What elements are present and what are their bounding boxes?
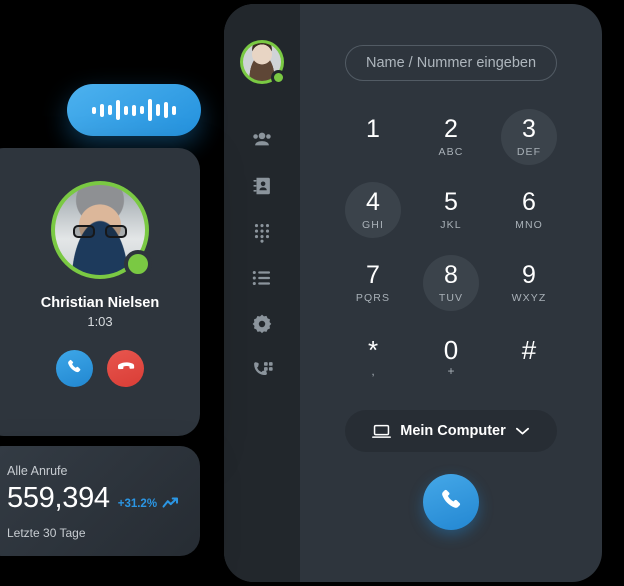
key-letters: MNO (515, 218, 543, 231)
glasses-icon (73, 225, 127, 238)
stats-value: 559,394 (7, 482, 110, 514)
key-letters: + (447, 363, 455, 378)
device-select-label: Mein Computer (400, 423, 506, 439)
key-letters: TUV (438, 291, 464, 304)
dialpad-key-8[interactable]: 8 TUV (412, 251, 490, 315)
audio-waveform-pill[interactable] (67, 84, 201, 136)
sidebar (224, 4, 300, 582)
key-letters: GHI (362, 218, 384, 231)
call-actions (56, 350, 144, 387)
audio-waveform-icon (92, 99, 176, 121)
key-digit: 8 (444, 260, 458, 289)
caller-status-dot (124, 250, 152, 278)
key-letters: DEF (516, 145, 542, 158)
laptop-icon (372, 424, 392, 439)
dialpad-key-6[interactable]: 6 MNO (490, 178, 568, 242)
sidebar-item-addressbook[interactable] (240, 164, 284, 208)
stats-title: Alle Anrufe (7, 464, 68, 478)
addressbook-icon (251, 175, 273, 197)
decline-call-button[interactable] (107, 350, 144, 387)
stats-delta: +31.2% (118, 497, 180, 511)
sidebar-item-call-transfer[interactable] (240, 348, 284, 392)
gear-icon (251, 313, 273, 335)
key-digit: 6 (522, 187, 536, 216)
stats-card: Alle Anrufe 559,394 +31.2% Letzte 30 Tag… (0, 446, 200, 556)
key-digit: # (521, 334, 537, 365)
stats-value-row: 559,394 +31.2% (7, 482, 200, 515)
screen: 1 2 ABC 3 DEF 4 GHI 5 (0, 0, 624, 586)
key-digit: 4 (366, 187, 380, 216)
call-transfer-icon (251, 359, 273, 381)
dialpad-key-1[interactable]: 1 (334, 105, 412, 169)
key-letters: JKL (440, 218, 462, 231)
contacts-icon (251, 129, 273, 151)
dialpad-key-2[interactable]: 2 ABC (412, 105, 490, 169)
phone-hangup-icon (116, 357, 135, 381)
key-letters: , (371, 363, 375, 378)
sidebar-item-contacts[interactable] (240, 118, 284, 162)
phone-icon (439, 487, 464, 517)
device-select[interactable]: Mein Computer (345, 410, 557, 452)
key-digit: 9 (522, 260, 536, 289)
dialpad-key-7[interactable]: 7 PQRS (334, 251, 412, 315)
caller-avatar (51, 181, 152, 279)
call-button[interactable] (423, 474, 479, 530)
stats-subtitle: Letzte 30 Tage (7, 526, 86, 540)
dialpad-key-0[interactable]: 0 + (412, 324, 490, 388)
key-digit: * (367, 334, 379, 365)
sidebar-item-calllist[interactable] (240, 256, 284, 300)
sidebar-item-dialpad[interactable] (240, 210, 284, 254)
key-letters: PQRS (355, 291, 391, 304)
caller-name: Christian Nielsen (40, 295, 160, 311)
dialpad-key-star[interactable]: * , (334, 324, 412, 388)
stats-delta-text: +31.2% (117, 498, 158, 510)
incoming-call-card: Christian Nielsen 1:03 (0, 148, 200, 436)
calllist-icon (251, 267, 273, 289)
key-digit: 2 (444, 114, 458, 143)
number-input[interactable] (345, 45, 557, 81)
dialpad-key-9[interactable]: 9 WXYZ (490, 251, 568, 315)
dialpad-keys: 1 2 ABC 3 DEF 4 GHI 5 JKL 6 MNO 7 PQRS 8… (334, 105, 568, 388)
dialer-app-panel: 1 2 ABC 3 DEF 4 GHI 5 (224, 4, 602, 582)
dialpad-key-5[interactable]: 5 JKL (412, 178, 490, 242)
answer-call-button[interactable] (56, 350, 93, 387)
dialpad-icon (251, 221, 273, 243)
dialpad-key-hash[interactable]: # (490, 324, 568, 388)
sidebar-item-settings[interactable] (240, 302, 284, 346)
phone-icon (66, 358, 83, 380)
key-letters: ABC (438, 145, 464, 158)
trend-up-icon (162, 497, 179, 511)
chevron-down-icon (515, 426, 530, 436)
dialpad-key-4[interactable]: 4 GHI (334, 178, 412, 242)
key-digit: 0 (443, 334, 459, 365)
key-letters: WXYZ (511, 291, 547, 304)
key-digit: 1 (366, 114, 380, 143)
key-digit: 5 (444, 187, 458, 216)
key-digit: 7 (366, 260, 380, 289)
sidebar-user-avatar[interactable] (240, 40, 286, 85)
call-duration: 1:03 (87, 314, 113, 329)
dial-area: 1 2 ABC 3 DEF 4 GHI 5 (300, 4, 602, 582)
dialpad-key-3[interactable]: 3 DEF (490, 105, 568, 169)
key-digit: 3 (522, 114, 536, 143)
avatar-status-dot (271, 70, 286, 85)
